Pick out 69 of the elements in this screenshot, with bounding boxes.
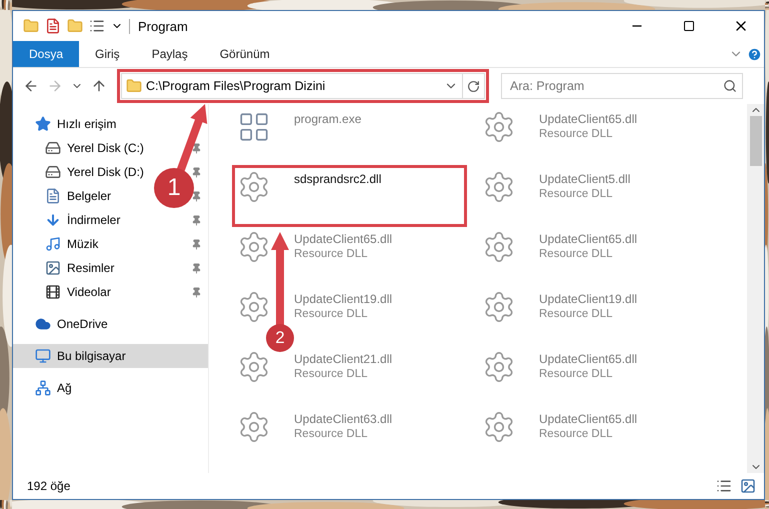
file-type: Resource DLL xyxy=(539,368,614,380)
cloud-icon xyxy=(35,316,51,332)
up-icon xyxy=(91,78,107,94)
sidebar-item[interactable]: OneDrive xyxy=(57,317,108,331)
music-icon xyxy=(45,236,61,252)
computer-icon xyxy=(35,348,51,364)
file-type: Resource DLL xyxy=(294,308,369,320)
sidebar-item[interactable]: Ağ xyxy=(57,381,72,395)
item-count: 192 öğe xyxy=(27,479,70,493)
file-type: Resource DLL xyxy=(294,368,369,380)
file-name[interactable]: UpdateClient5.dll xyxy=(539,172,630,186)
ribbon-tab[interactable]: Giriş xyxy=(79,41,136,67)
sidebar-item[interactable]: Yerel Disk (C:) xyxy=(67,141,144,155)
file-type: Resource DLL xyxy=(539,188,614,200)
sidebar-item[interactable]: Bu bilgisayar xyxy=(13,344,208,368)
search-icon xyxy=(723,79,737,93)
file-name[interactable]: UpdateClient65.dll xyxy=(539,412,638,426)
details-view-icon[interactable] xyxy=(716,478,732,494)
document-icon xyxy=(45,188,61,204)
sidebar-item[interactable]: Resimler xyxy=(67,261,114,275)
sidebar-item[interactable]: Hızlı erişim xyxy=(57,117,116,131)
file-type: Resource DLL xyxy=(539,248,614,260)
folder-icon[interactable] xyxy=(23,18,39,34)
file-type: Resource DLL xyxy=(294,248,369,260)
file-name[interactable]: program.exe xyxy=(294,112,362,126)
back-icon xyxy=(23,78,39,94)
file-name[interactable]: UpdateClient21.dll xyxy=(294,352,392,366)
file-name[interactable]: UpdateClient19.dll xyxy=(294,292,392,306)
file-name[interactable]: UpdateClient65.dll xyxy=(539,112,638,126)
download-icon xyxy=(45,212,61,228)
star-icon xyxy=(35,116,51,132)
file-name[interactable]: UpdateClient19.dll xyxy=(539,292,638,306)
file-name[interactable]: sdsprandsrc2.dll xyxy=(294,172,382,186)
drive-icon xyxy=(45,140,61,156)
file-name[interactable]: UpdateClient63.dll xyxy=(294,412,392,426)
sidebar-item[interactable]: Belgeler xyxy=(67,189,112,203)
properties-icon[interactable] xyxy=(45,18,61,34)
scroll-thumb[interactable] xyxy=(750,116,762,166)
file-type: Resource DLL xyxy=(539,428,614,440)
window-title: Program xyxy=(129,18,608,34)
file-name[interactable]: UpdateClient65.dll xyxy=(539,352,638,366)
list-icon[interactable] xyxy=(89,18,105,34)
image-icon xyxy=(45,260,61,276)
file-type: Resource DLL xyxy=(539,308,614,320)
file-type: Resource DLL xyxy=(539,128,614,140)
ribbon-tab[interactable]: Paylaş xyxy=(136,41,204,67)
address-path: C:\Program Files\Program Dizini xyxy=(145,79,326,93)
help-icon xyxy=(747,46,762,62)
ribbon-tab[interactable]: Dosya xyxy=(13,41,80,67)
large-icons-view-icon[interactable] xyxy=(740,478,756,494)
ribbon-tab[interactable]: Görünüm xyxy=(204,41,286,67)
file-name[interactable]: UpdateClient65.dll xyxy=(294,232,392,246)
pointer-arrow xyxy=(176,104,208,174)
sidebar-item[interactable]: Videolar xyxy=(67,285,111,299)
sidebar-item[interactable]: Yerel Disk (D:) xyxy=(67,165,144,179)
forward-icon xyxy=(47,78,63,94)
folder-icon xyxy=(126,78,142,94)
drive-icon xyxy=(45,164,61,180)
file-type: Resource DLL xyxy=(294,428,369,440)
maximize-icon xyxy=(683,20,695,32)
new-folder-icon[interactable] xyxy=(67,18,83,34)
scrollbar[interactable] xyxy=(747,104,764,473)
sidebar-item[interactable]: İndirmeler xyxy=(67,213,120,227)
file-name[interactable]: UpdateClient65.dll xyxy=(539,232,638,246)
refresh-icon xyxy=(467,80,480,92)
film-icon xyxy=(45,284,61,300)
network-icon xyxy=(35,380,51,396)
search-field[interactable]: Ara: Program xyxy=(501,73,743,99)
sidebar-item[interactable]: Müzik xyxy=(67,237,98,251)
